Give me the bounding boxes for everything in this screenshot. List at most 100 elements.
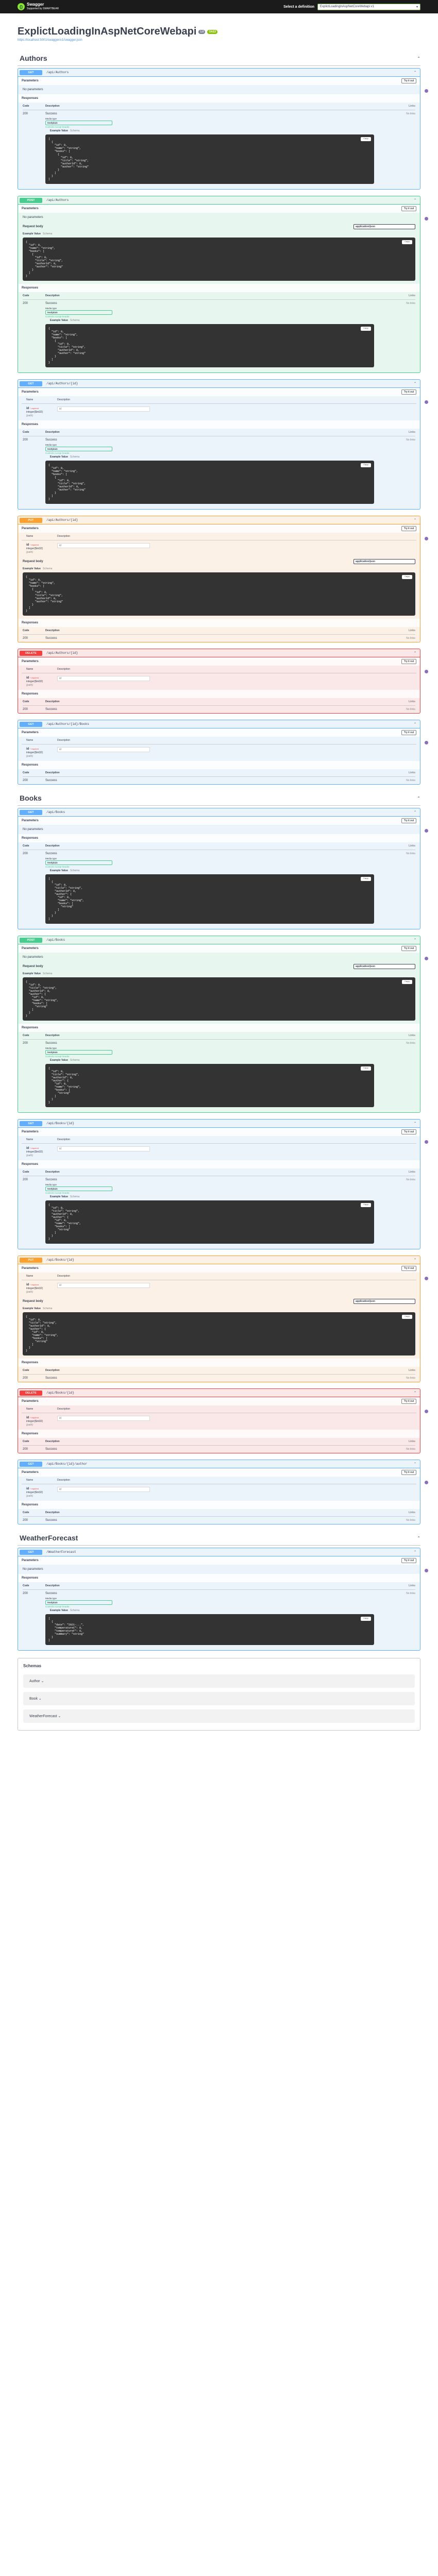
copy-button[interactable]: Copy — [361, 137, 371, 141]
operation-summary[interactable]: GET/api/Books ⌃ — [18, 808, 420, 817]
copy-button[interactable]: Copy — [361, 1617, 371, 1621]
schema-tab[interactable]: Schema — [43, 1307, 52, 1310]
copy-button[interactable]: Copy — [361, 1066, 371, 1071]
copy-button[interactable]: Copy — [361, 327, 371, 331]
copy-button[interactable]: Copy — [361, 1203, 371, 1207]
schema-tab[interactable]: Schema — [70, 1195, 79, 1198]
copy-button[interactable]: Copy — [402, 1315, 412, 1319]
try-it-out-button[interactable]: Try it out — [401, 1470, 416, 1475]
lock-icon[interactable] — [425, 1140, 428, 1144]
content-type-select[interactable]: application/json — [353, 559, 415, 564]
operation-summary[interactable]: POST/api/Books ⌃ — [18, 936, 420, 944]
operation-summary[interactable]: DELETE/api/Books/{id} ⌃ — [18, 1389, 420, 1397]
copy-button[interactable]: Copy — [361, 877, 371, 881]
operation-summary[interactable]: GET/WeatherForecast ⌃ — [18, 1548, 420, 1556]
lock-icon[interactable] — [425, 829, 428, 833]
lock-icon[interactable] — [425, 217, 428, 221]
example-value-tab[interactable]: Example Value — [23, 1307, 41, 1310]
id-input[interactable] — [57, 1487, 150, 1492]
try-it-out-button[interactable]: Try it out — [401, 1129, 416, 1134]
copy-button[interactable]: Copy — [402, 575, 412, 579]
schema-tab[interactable]: Schema — [70, 455, 79, 459]
example-value-tab[interactable]: Example Value — [50, 1059, 68, 1062]
content-type-select[interactable]: application/json — [353, 1299, 415, 1304]
try-it-out-button[interactable]: Try it out — [401, 730, 416, 735]
copy-button[interactable]: Copy — [402, 240, 412, 244]
try-it-out-button[interactable]: Try it out — [401, 206, 416, 211]
example-value-tab[interactable]: Example Value — [50, 455, 68, 459]
schema-tab[interactable]: Schema — [43, 232, 52, 235]
schema-tab[interactable]: Schema — [70, 1609, 79, 1612]
try-it-out-button[interactable]: Try it out — [401, 389, 416, 395]
operation-summary[interactable]: PUT/api/Books/{id} ⌃ — [18, 1256, 420, 1264]
operation-summary[interactable]: GET/api/Authors/{id}/Books ⌃ — [18, 720, 420, 728]
schema-tab[interactable]: Schema — [70, 129, 79, 132]
content-type-select[interactable]: application/json — [353, 224, 415, 229]
media-type-select[interactable]: text/plain — [45, 447, 112, 451]
content-type-select[interactable]: application/json — [353, 964, 415, 969]
try-it-out-button[interactable]: Try it out — [401, 818, 416, 823]
id-input[interactable] — [57, 543, 150, 548]
schema-item[interactable]: Author ⌄ — [23, 1674, 415, 1688]
tag-books[interactable]: Books ⌃ — [18, 791, 420, 806]
example-value-tab[interactable]: Example Value — [23, 972, 41, 975]
swagger-logo[interactable]: {} Swagger Supported by SMARTBEAR — [18, 3, 59, 11]
lock-icon[interactable] — [425, 1277, 428, 1280]
id-input[interactable] — [57, 676, 150, 681]
try-it-out-button[interactable]: Try it out — [401, 1558, 416, 1563]
operation-summary[interactable]: GET/api/Authors/{id} ⌃ — [18, 380, 420, 388]
try-it-out-button[interactable]: Try it out — [401, 946, 416, 951]
schema-tab[interactable]: Schema — [43, 972, 52, 975]
id-input[interactable] — [57, 406, 150, 412]
operation-summary[interactable]: GET/api/Books/{id}/author ⌃ — [18, 1460, 420, 1468]
example-value-tab[interactable]: Example Value — [50, 869, 68, 872]
schema-item[interactable]: Book ⌄ — [23, 1692, 415, 1705]
id-input[interactable] — [57, 1416, 150, 1421]
try-it-out-button[interactable]: Try it out — [401, 1399, 416, 1404]
media-type-select[interactable]: text/plain — [45, 1187, 112, 1191]
schema-tab[interactable]: Schema — [70, 319, 79, 322]
operation-summary[interactable]: GET/api/Books/{id} ⌃ — [18, 1120, 420, 1128]
copy-button[interactable]: Copy — [361, 463, 371, 467]
media-type-select[interactable]: text/plain — [45, 1050, 112, 1055]
media-type-select[interactable]: text/plain — [45, 121, 112, 125]
schema-tab[interactable]: Schema — [70, 1059, 79, 1062]
id-input[interactable] — [57, 1283, 150, 1288]
example-value-tab[interactable]: Example Value — [50, 1609, 68, 1612]
operation-summary[interactable]: POST/api/Authors ⌃ — [18, 196, 420, 205]
lock-icon[interactable] — [425, 741, 428, 744]
definition-select[interactable]: ExplictLoadingInAspNetCoreWebapi v1 ▾ — [317, 3, 420, 10]
id-input[interactable] — [57, 747, 150, 752]
media-type-select[interactable]: text/plain — [45, 1600, 112, 1605]
media-type-select[interactable]: text/plain — [45, 310, 112, 315]
media-type-select[interactable]: text/plain — [45, 860, 112, 865]
example-value-tab[interactable]: Example Value — [50, 1195, 68, 1198]
lock-icon[interactable] — [425, 957, 428, 960]
operation-summary[interactable]: PUT/api/Authors/{id} ⌃ — [18, 516, 420, 524]
schemas-title[interactable]: Schemas — [21, 1662, 417, 1670]
try-it-out-button[interactable]: Try it out — [401, 526, 416, 531]
lock-icon[interactable] — [425, 537, 428, 540]
example-value-tab[interactable]: Example Value — [23, 232, 41, 235]
lock-icon[interactable] — [425, 1481, 428, 1484]
swagger-json-link[interactable]: https://localhost:5001/swagger/v1/swagge… — [18, 39, 420, 42]
try-it-out-button[interactable]: Try it out — [401, 659, 416, 664]
example-value-tab[interactable]: Example Value — [50, 319, 68, 322]
id-input[interactable] — [57, 1146, 150, 1151]
lock-icon[interactable] — [425, 89, 428, 93]
schema-tab[interactable]: Schema — [70, 869, 79, 872]
try-it-out-button[interactable]: Try it out — [401, 1266, 416, 1271]
operation-summary[interactable]: DELETE/api/Authors/{id} ⌃ — [18, 649, 420, 657]
tag-authors[interactable]: Authors ⌃ — [18, 51, 420, 66]
copy-button[interactable]: Copy — [402, 980, 412, 984]
tag-weather[interactable]: WeatherForecast ⌃ — [18, 1531, 420, 1546]
operation-summary[interactable]: GET/api/Authors ⌃ — [18, 69, 420, 77]
example-value-tab[interactable]: Example Value — [23, 567, 41, 570]
lock-icon[interactable] — [425, 670, 428, 673]
try-it-out-button[interactable]: Try it out — [401, 78, 416, 83]
lock-icon[interactable] — [425, 1410, 428, 1413]
lock-icon[interactable] — [425, 1569, 428, 1572]
lock-icon[interactable] — [425, 400, 428, 404]
schema-tab[interactable]: Schema — [43, 567, 52, 570]
schema-item[interactable]: WeatherForecast ⌄ — [23, 1709, 415, 1723]
